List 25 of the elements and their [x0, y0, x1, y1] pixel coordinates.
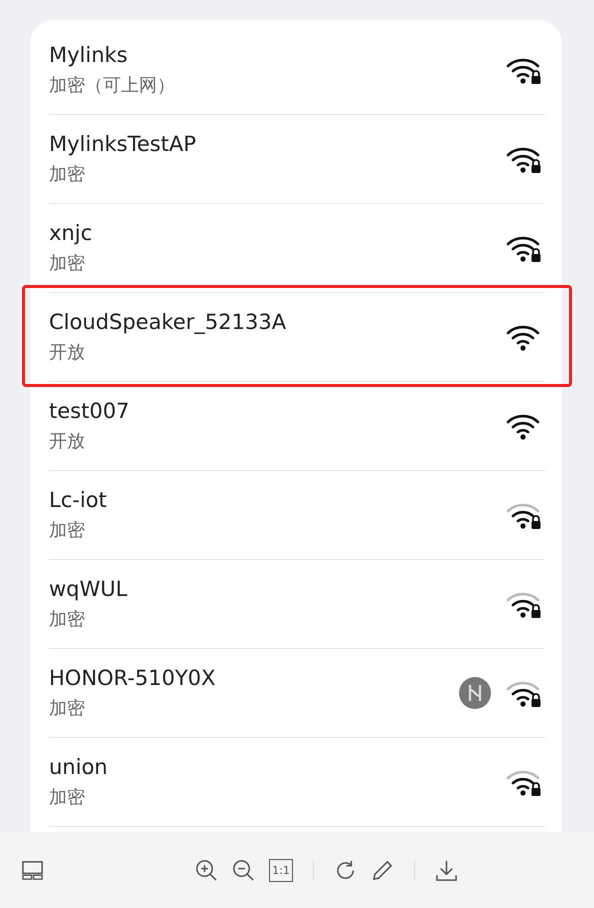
security-status: 加密 — [49, 163, 85, 186]
security-status: 加密（可上网） — [49, 74, 175, 97]
security-status: 加密 — [49, 519, 85, 542]
network-name[interactable]: MylinksTestAP — [49, 132, 196, 156]
network-name[interactable]: test007 — [49, 399, 130, 423]
thumbnail-layout-icon[interactable] — [21, 858, 44, 882]
network-name[interactable]: union — [49, 755, 108, 779]
download-icon[interactable] — [435, 858, 458, 882]
security-status: 开放 — [49, 430, 85, 453]
security-status: 加密 — [49, 608, 85, 631]
network-name[interactable]: xnjc — [49, 221, 92, 245]
pencil-icon[interactable] — [371, 858, 394, 882]
zoom-out-icon[interactable] — [232, 858, 255, 882]
security-status: 加密 — [49, 252, 85, 275]
network-name[interactable]: wqWUL — [49, 577, 128, 601]
actual-size-button[interactable]: 1:1 — [269, 858, 293, 882]
network-name[interactable]: Mylinks — [49, 43, 128, 67]
security-status: 加密 — [49, 697, 85, 720]
security-status: 开放 — [49, 341, 85, 364]
security-status: 加密 — [49, 786, 85, 809]
network-name[interactable]: HONOR-510Y0X — [49, 666, 216, 690]
rotate-icon[interactable] — [334, 858, 357, 882]
network-name[interactable]: Lc-iot — [49, 488, 107, 512]
network-name[interactable]: CloudSpeaker_52133A — [49, 310, 286, 334]
zoom-in-icon[interactable] — [195, 858, 218, 882]
